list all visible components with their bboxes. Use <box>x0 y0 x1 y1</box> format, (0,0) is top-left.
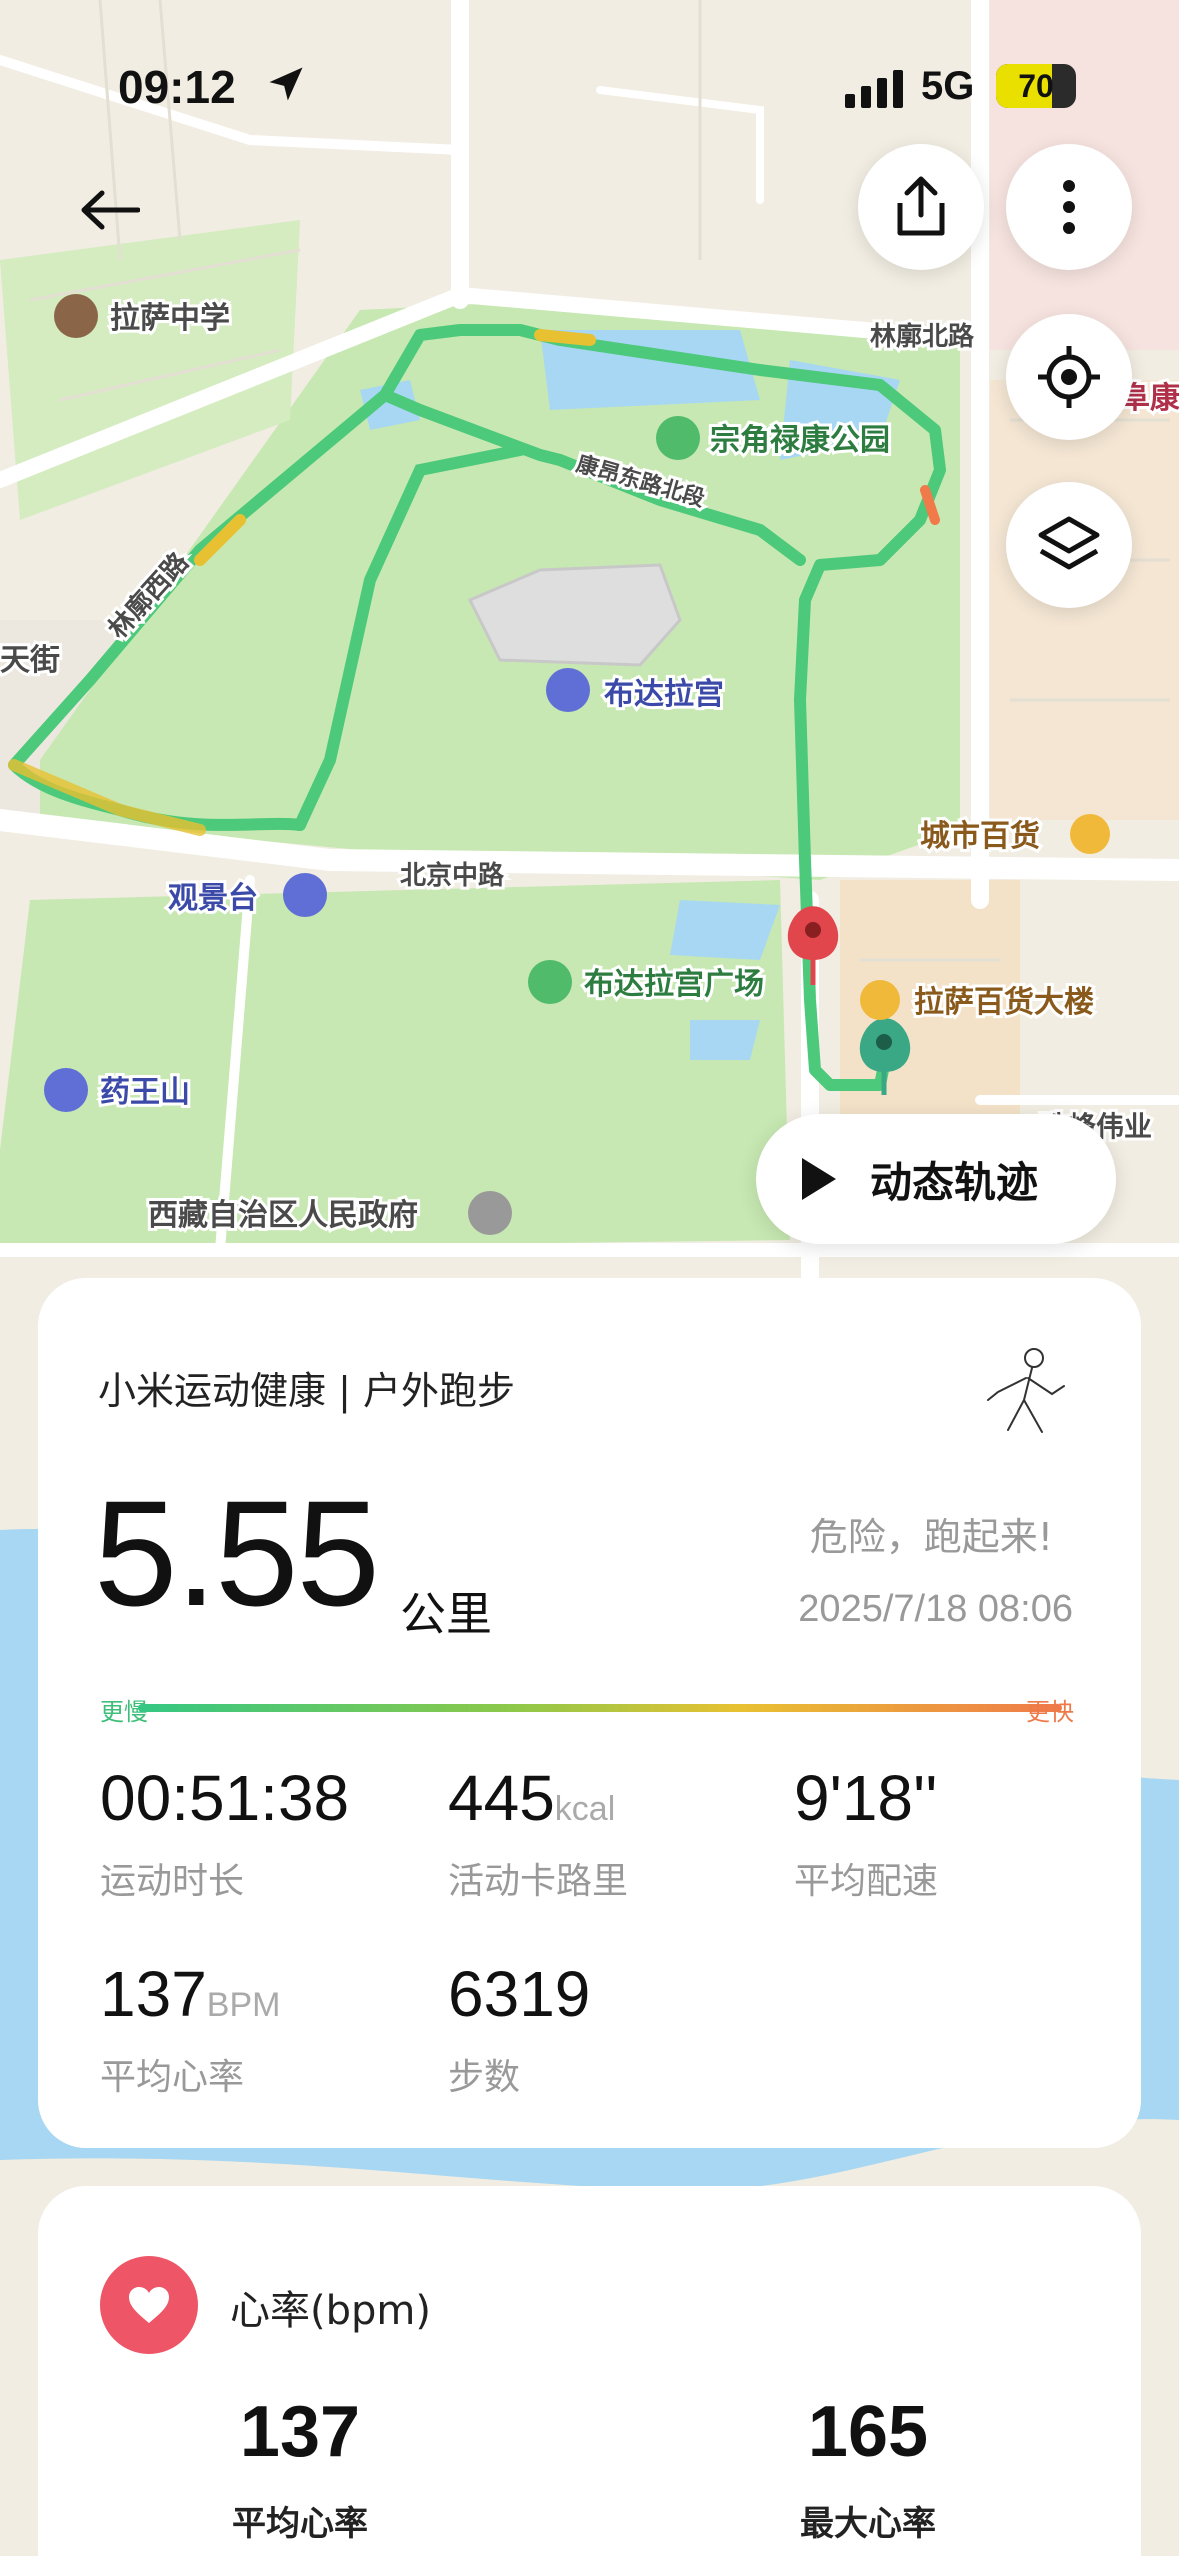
workout-summary-card: 小米运动健康 | 户外跑步 5.55 公里 危险，跑起来! 2025/7/18 … <box>38 1278 1141 2148</box>
stat-value: 00:51:38 <box>100 1762 350 1834</box>
stat-value: 9'18'' <box>794 1762 938 1834</box>
stat-value: 6319 <box>448 1958 591 2030</box>
play-icon <box>802 1158 836 1200</box>
distance-unit: 公里 <box>400 1588 492 1640</box>
stat-value: 137 <box>100 1958 207 2030</box>
map-label-square: 布达拉宫广场 <box>584 967 764 1001</box>
map-label-mall2: 拉萨百货大楼 <box>914 985 1094 1019</box>
signal-icon <box>845 70 903 108</box>
runner-illustration-icon <box>987 1348 1065 1433</box>
workout-datetime: 2025/7/18 08:06 <box>798 1588 1073 1630</box>
map-label-road-north: 林廓北路 <box>870 321 975 351</box>
more-vertical-icon <box>1063 180 1075 234</box>
map-label-gov: 西藏自治区人民政府 <box>148 1198 418 1232</box>
arrow-left-icon <box>81 190 140 230</box>
map-label-beijing-road: 北京中路 <box>400 860 505 890</box>
stat-label: 活动卡路里 <box>448 1861 629 1902</box>
target-icon <box>1038 346 1100 408</box>
more-button[interactable] <box>1006 144 1132 270</box>
stat-label: 平均配速 <box>794 1861 939 1902</box>
heart-rate-max: 165 最大心率 <box>718 2396 1018 2545</box>
map-label-school: 拉萨中学 <box>110 301 230 335</box>
stat-avg-heart-rate: 137BPM 平均心率 <box>100 1962 280 2100</box>
stat-label: 平均心率 <box>100 2057 245 2098</box>
stat-label: 步数 <box>448 2057 521 2098</box>
layers-icon <box>1038 516 1100 570</box>
network-type: 5G <box>921 64 975 108</box>
location-arrow-icon <box>269 67 303 101</box>
battery-level: 70 <box>1018 68 1054 104</box>
map-label-yaowang: 药王山 <box>100 1076 190 1109</box>
map-label-park: 宗角禄康公园 <box>710 423 890 457</box>
locate-button[interactable] <box>1006 314 1132 440</box>
heart-rate-avg-value: 137 <box>239 2392 361 2472</box>
stat-label: 运动时长 <box>100 1861 245 1902</box>
stat-unit: BPM <box>206 1986 281 2024</box>
status-bar: 09:12 5G 70 <box>0 56 1179 116</box>
heart-rate-card[interactable]: 心率(bpm) 137 平均心率 165 最大心率 <box>38 2186 1141 2556</box>
layers-button[interactable] <box>1006 482 1132 608</box>
heart-rate-max-value: 165 <box>807 2392 929 2472</box>
heart-icon <box>100 2256 198 2354</box>
heart-rate-max-label: 最大心率 <box>800 2504 936 2544</box>
stat-duration: 00:51:38 运动时长 <box>100 1766 349 1904</box>
map-label-palace: 布达拉宫 <box>604 677 724 711</box>
pace-fast-label: 更快 <box>1026 1698 1074 1726</box>
workout-brand: 小米运动健康 | 户外跑步 <box>98 1369 515 1413</box>
heart-rate-avg: 137 平均心率 <box>150 2396 450 2545</box>
replay-track-label: 动态轨迹 <box>870 1157 1039 1207</box>
stat-steps: 6319 步数 <box>448 1962 590 2100</box>
pace-gradient-bar <box>138 1704 1062 1712</box>
distance-value: 5.55 <box>94 1469 380 1637</box>
map-label-tian: 天街 <box>0 644 60 677</box>
slogan: 危险，跑起来! <box>809 1515 1053 1559</box>
battery-icon: 70 <box>996 64 1076 108</box>
stat-unit: kcal <box>554 1790 616 1828</box>
stat-avg-pace: 9'18'' 平均配速 <box>794 1766 938 1904</box>
back-button[interactable] <box>70 170 150 250</box>
replay-track-button[interactable]: 动态轨迹 <box>756 1114 1116 1244</box>
stat-calories: 445kcal 活动卡路里 <box>448 1766 628 1904</box>
share-button[interactable] <box>858 144 984 270</box>
status-time: 09:12 <box>118 61 236 113</box>
map-label-mall1: 城市百货 <box>920 819 1040 853</box>
share-icon <box>897 176 945 236</box>
map-label-viewing: 观景台 <box>168 881 258 915</box>
stat-value: 445 <box>448 1762 555 1834</box>
heart-rate-title: 心率(bpm) <box>230 2288 431 2334</box>
heart-rate-avg-label: 平均心率 <box>232 2504 368 2544</box>
